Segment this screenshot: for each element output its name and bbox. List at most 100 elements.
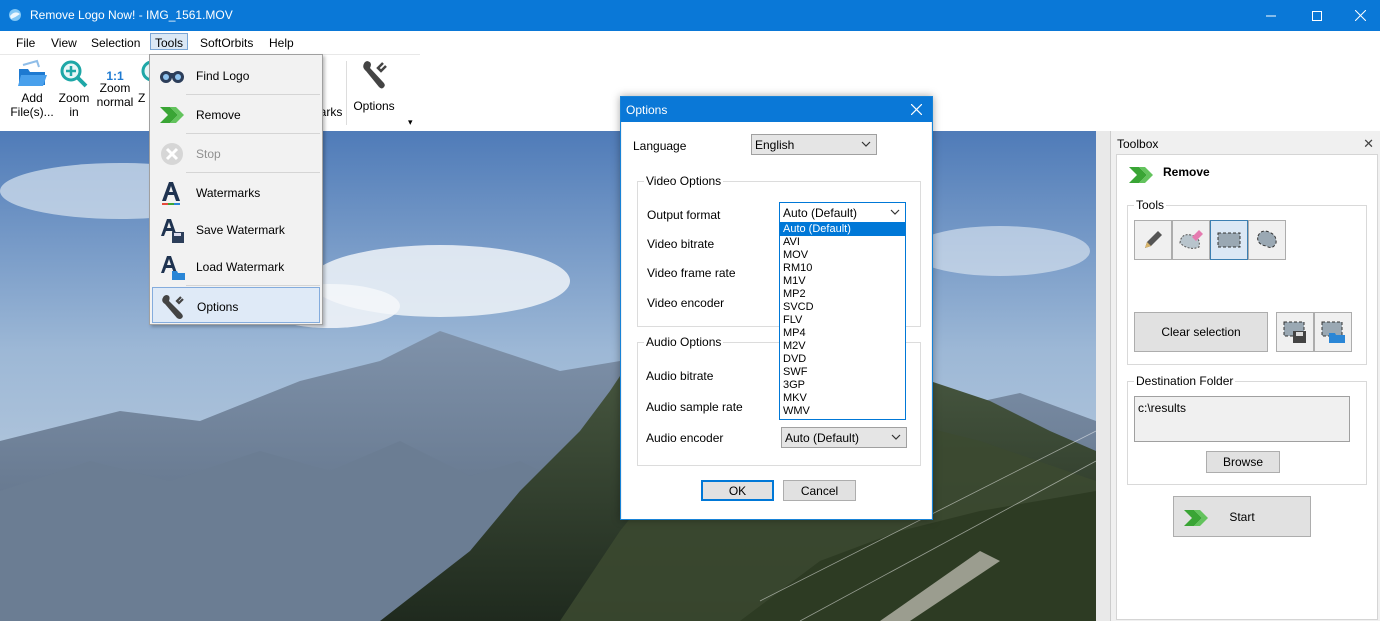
format-option[interactable]: WMV <box>780 405 905 418</box>
app-logo-icon <box>9 9 21 21</box>
video-options-label: Video Options <box>644 174 724 188</box>
toolbox-panel: Toolbox ✕ Remove Tools Clear selection D… <box>1110 131 1380 621</box>
load-watermark-icon <box>161 256 185 280</box>
format-option[interactable]: SWF <box>780 366 905 379</box>
preview-scrollbar[interactable] <box>1096 131 1110 621</box>
chevron-down-icon <box>891 434 901 440</box>
save-watermark-icon <box>161 219 184 243</box>
video-bitrate-label: Video bitrate <box>647 237 715 251</box>
minimize-button[interactable] <box>1248 0 1294 31</box>
format-option[interactable]: AVI <box>780 236 905 249</box>
tools-group: Tools Clear selection <box>1127 198 1367 365</box>
load-selection-button[interactable] <box>1314 312 1352 352</box>
audio-options-label: Audio Options <box>644 335 724 349</box>
menu-item-remove[interactable]: Remove <box>152 96 320 132</box>
add-files-button[interactable]: Add File(s)... <box>8 59 56 119</box>
destination-folder-group: Destination Folder c:\results Browse <box>1127 374 1367 485</box>
dialog-close-icon[interactable] <box>911 104 922 115</box>
maximize-button[interactable] <box>1294 0 1340 31</box>
load-selection-icon <box>1321 321 1345 343</box>
toolbox-title: Toolbox <box>1117 137 1159 151</box>
toolbox-close-icon[interactable]: ✕ <box>1363 136 1374 152</box>
zoom-in-label-2: in <box>69 105 79 119</box>
zoom-normal-label-2: normal <box>96 95 134 109</box>
menu-separator <box>186 172 320 173</box>
menu-file[interactable]: File <box>12 35 39 52</box>
menu-item-find-logo[interactable]: Find Logo <box>152 57 320 93</box>
format-option[interactable]: RM10 <box>780 262 905 275</box>
zoom-in-label-1: Zoom <box>58 91 90 105</box>
tools-dropdown-menu: Find Logo Remove Stop Watermarks Save Wa… <box>149 54 323 325</box>
menu-selection[interactable]: Selection <box>87 35 144 52</box>
rectangle-selection-icon <box>1217 232 1241 248</box>
wrench-icon <box>363 61 387 89</box>
format-option[interactable]: Auto (Default) <box>780 223 905 236</box>
format-option[interactable]: MKV <box>780 392 905 405</box>
close-icon <box>1354 10 1366 21</box>
zoom-normal-label-1: Zoom <box>99 81 131 95</box>
zoom-normal-button[interactable]: 1:1 Zoom normal <box>93 59 137 109</box>
menu-help[interactable]: Help <box>265 35 298 52</box>
menu-item-load-watermark[interactable]: Load Watermark <box>152 248 320 284</box>
menu-tools[interactable]: Tools <box>150 33 189 50</box>
options-toolbar-button[interactable]: Options <box>350 59 398 113</box>
format-option[interactable]: MP2 <box>780 288 905 301</box>
start-arrow-icon <box>1184 510 1208 526</box>
remove-arrow-icon <box>1129 167 1153 183</box>
browse-button[interactable]: Browse <box>1206 451 1280 473</box>
ok-button[interactable]: OK <box>701 480 774 501</box>
audio-sample-rate-label: Audio sample rate <box>646 400 743 414</box>
clear-selection-button[interactable]: Clear selection <box>1134 312 1268 352</box>
format-option[interactable]: SVCD <box>780 301 905 314</box>
format-option[interactable]: FLV <box>780 314 905 327</box>
format-option[interactable]: MP4 <box>780 327 905 340</box>
video-frame-rate-label: Video frame rate <box>647 266 736 280</box>
cancel-button[interactable]: Cancel <box>783 480 856 501</box>
format-option[interactable]: DVD <box>780 353 905 366</box>
audio-encoder-value: Auto (Default) <box>785 431 860 445</box>
menu-item-stop[interactable]: Stop <box>152 135 320 171</box>
pencil-icon <box>1145 231 1162 248</box>
magic-eraser-tool-button[interactable] <box>1172 220 1210 260</box>
menu-separator <box>186 285 320 286</box>
rectangle-selection-tool-button[interactable] <box>1210 220 1248 260</box>
output-format-select[interactable]: Auto (Default) <box>779 202 906 223</box>
watermarks-label: Watermarks <box>196 186 261 200</box>
menu-item-watermarks[interactable]: Watermarks <box>152 174 320 210</box>
pencil-tool-button[interactable] <box>1134 220 1172 260</box>
close-window-button[interactable] <box>1340 0 1380 31</box>
destination-folder-label: Destination Folder <box>1134 374 1236 388</box>
green-arrow-icon <box>160 107 184 123</box>
stop-icon <box>161 143 183 165</box>
format-option[interactable]: MOV <box>780 249 905 262</box>
add-files-label-1: Add <box>21 91 43 105</box>
output-format-value: Auto (Default) <box>783 206 858 220</box>
watermark-icon <box>162 182 180 205</box>
remove-label: Remove <box>196 108 241 122</box>
start-button[interactable]: Start <box>1173 496 1311 537</box>
format-option[interactable]: 3GP <box>780 379 905 392</box>
language-select[interactable]: English <box>751 134 877 155</box>
audio-encoder-select[interactable]: Auto (Default) <box>781 427 907 448</box>
audio-encoder-label: Audio encoder <box>646 431 724 445</box>
format-option[interactable]: M1V <box>780 275 905 288</box>
dialog-title-bar: Options <box>621 97 932 122</box>
format-option[interactable]: M2V <box>780 340 905 353</box>
zoom-in-button[interactable]: Zoom in <box>56 59 92 119</box>
toolbar-overflow-button[interactable]: ▾ <box>408 115 413 129</box>
menu-view[interactable]: View <box>47 35 81 52</box>
lasso-selection-icon <box>1257 230 1277 248</box>
output-format-dropdown-list[interactable]: Auto (Default) AVI MOV RM10 M1V MP2 SVCD FLV MP4… <box>779 222 906 420</box>
menu-softorbits[interactable]: SoftOrbits <box>196 35 257 52</box>
dialog-title: Options <box>626 103 668 117</box>
minimize-icon <box>1266 15 1276 16</box>
menu-item-save-watermark[interactable]: Save Watermark <box>152 211 320 247</box>
eraser-icon <box>1179 230 1203 249</box>
menu-item-options[interactable]: Options <box>152 287 320 323</box>
destination-folder-field[interactable]: c:\results <box>1134 396 1350 442</box>
window-title: Remove Logo Now! - IMG_1561.MOV <box>30 8 233 22</box>
lasso-selection-tool-button[interactable] <box>1248 220 1286 260</box>
audio-bitrate-label: Audio bitrate <box>646 369 714 383</box>
video-encoder-label: Video encoder <box>647 296 725 310</box>
save-selection-button[interactable] <box>1276 312 1314 352</box>
